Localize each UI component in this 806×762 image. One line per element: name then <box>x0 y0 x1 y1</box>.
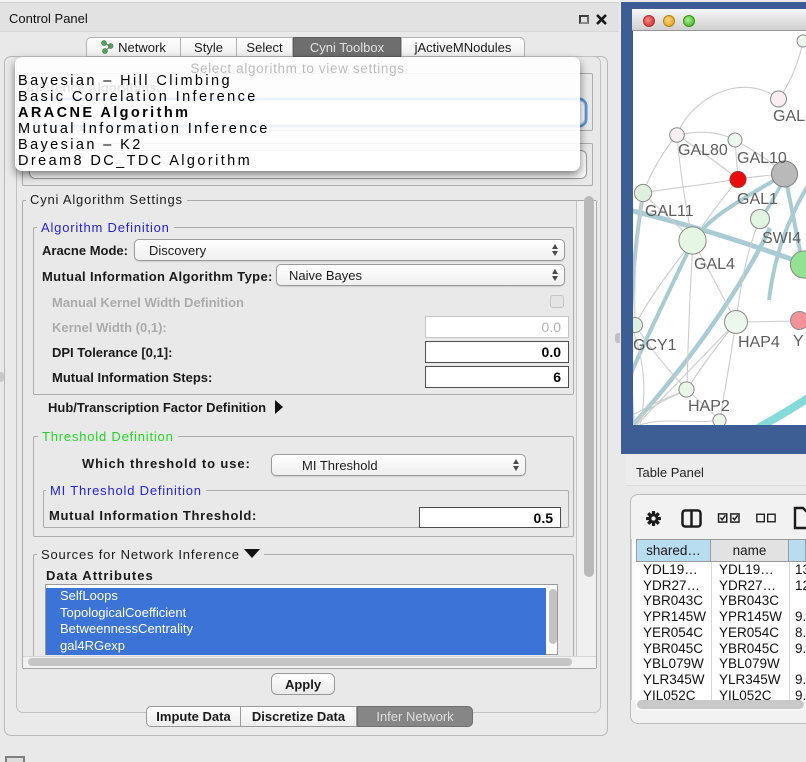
svg-text:HAP4: HAP4 <box>738 334 780 351</box>
svg-text:Y: Y <box>793 333 804 350</box>
svg-text:GCY1: GCY1 <box>633 337 677 354</box>
svg-text:GAL8: GAL8 <box>773 108 806 125</box>
svg-text:GAL11: GAL11 <box>645 203 694 220</box>
svg-text:GAL1: GAL1 <box>737 191 778 208</box>
svg-text:SWI4: SWI4 <box>762 230 801 247</box>
svg-text:HAP2: HAP2 <box>688 398 730 415</box>
svg-text:GAL80: GAL80 <box>678 142 728 159</box>
svg-text:GAL4: GAL4 <box>694 256 735 273</box>
svg-text:GAL10: GAL10 <box>737 150 787 167</box>
